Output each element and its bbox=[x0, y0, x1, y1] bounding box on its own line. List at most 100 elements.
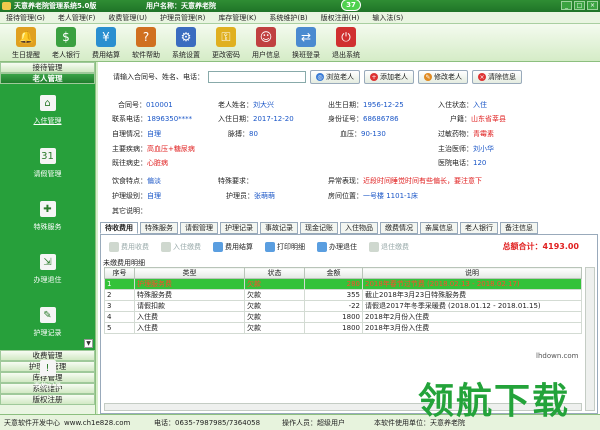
toolbar-button-2[interactable]: ¥ 费用结算 bbox=[86, 24, 126, 62]
history-value: 心脏病 bbox=[147, 159, 168, 167]
table-cell: 入住费 bbox=[134, 322, 245, 334]
toolbar-button-8[interactable]: ⏻ 退出系统 bbox=[326, 24, 366, 62]
allergy-label: 过敏药物： bbox=[438, 130, 473, 138]
browse-icon: ◎ bbox=[316, 73, 324, 81]
menu-inventory[interactable]: 库存管理(K) bbox=[218, 13, 256, 23]
table-cell: 特殊服务费 bbox=[134, 289, 245, 301]
minimize-icon[interactable]: _ bbox=[561, 1, 572, 10]
sidebar-item-3[interactable]: ⇲ 办理退住 bbox=[0, 243, 95, 296]
edit-elderly-button[interactable]: ✎ 修改老人 bbox=[418, 70, 468, 84]
browse-elderly-button[interactable]: ◎ 浏览老人 bbox=[310, 70, 360, 84]
vertical-scrollbar[interactable] bbox=[585, 267, 595, 411]
col-type[interactable]: 类型 bbox=[134, 267, 245, 279]
menu-system[interactable]: 系统维护(B) bbox=[269, 13, 307, 23]
close-icon[interactable]: × bbox=[587, 1, 598, 10]
clear-info-button[interactable]: × 清除信息 bbox=[472, 70, 522, 84]
checkin-label: 入住日期： bbox=[218, 115, 253, 123]
table-row[interactable]: 5 入住费 欠款 1800 2018年3月份入住费 bbox=[104, 322, 582, 334]
menu-elderly[interactable]: 老人管理(F) bbox=[58, 13, 96, 23]
selfcare-label: 自理情况： bbox=[112, 130, 147, 138]
table-row[interactable]: 3 请假扣款 欠款 -22 请假退2017年冬季采暖费 (2018.01.12 - 20… bbox=[104, 300, 582, 312]
clear-icon: × bbox=[478, 73, 486, 81]
subtoolbar-button-1[interactable]: 入住缴费 bbox=[161, 242, 201, 252]
col-desc[interactable]: 说明 bbox=[362, 267, 582, 279]
calendar-icon: 31 bbox=[39, 148, 56, 164]
sidebar-item-label: 入住管理 bbox=[33, 117, 62, 125]
tab-7[interactable]: 缴费情况 bbox=[380, 222, 418, 234]
scroll-down-icon[interactable]: ▼ bbox=[84, 339, 93, 348]
toolbar-button-4[interactable]: ⚙ 系统设置 bbox=[166, 24, 206, 62]
tab-9[interactable]: 老人银行 bbox=[460, 222, 498, 234]
table-cell: 欠款 bbox=[244, 322, 305, 334]
toolbar-button-1[interactable]: $ 老人银行 bbox=[46, 24, 86, 62]
app-icon bbox=[2, 2, 11, 10]
table-cell: 请假退2017年冬季采暖费 (2018.01.12 - 2018.01.15) bbox=[362, 300, 582, 312]
toolbar-button-5[interactable]: ⚿ 更改密码 bbox=[206, 24, 246, 62]
subtoolbar-button-4[interactable]: 办理退住 bbox=[317, 242, 357, 252]
table-cell: 欠款 bbox=[244, 289, 305, 301]
tab-4[interactable]: 事故记录 bbox=[260, 222, 298, 234]
col-status[interactable]: 状态 bbox=[244, 267, 305, 279]
abnormal-label: 异常表现： bbox=[328, 177, 363, 185]
notification-badge[interactable]: 37 bbox=[341, 0, 361, 11]
nurse-value: 张萌萌 bbox=[254, 192, 275, 200]
tab-6[interactable]: 入住物品 bbox=[340, 222, 378, 234]
sidebar-item-1[interactable]: 31 请假管理 bbox=[0, 137, 95, 190]
id-value: 68686786 bbox=[363, 115, 399, 123]
toolbar-button-7[interactable]: ⇄ 换班登录 bbox=[286, 24, 326, 62]
subtoolbar-button-3[interactable]: 打印明细 bbox=[265, 242, 305, 252]
sidebar-item-label: 办理退住 bbox=[33, 276, 62, 284]
table-cell: 1800 bbox=[304, 311, 363, 323]
toolbar-label: 费用结算 bbox=[92, 51, 120, 59]
maximize-icon[interactable]: □ bbox=[574, 1, 585, 10]
menu-nurse[interactable]: 护理员管理(R) bbox=[160, 13, 205, 23]
sidebar-item-label: 特殊服务 bbox=[33, 223, 62, 231]
subtoolbar-label: 费用收费 bbox=[121, 243, 149, 251]
status-phone: 电话：0635-7987985/7364058 bbox=[154, 418, 261, 427]
menu-billing[interactable]: 收费管理(U) bbox=[108, 13, 147, 23]
sidebar-item-4[interactable]: ✎ 护理记录 bbox=[0, 296, 95, 349]
tab-1[interactable]: 特殊服务 bbox=[140, 222, 178, 234]
col-amount[interactable]: 金额 bbox=[304, 267, 363, 279]
subtoolbar-icon bbox=[109, 242, 119, 252]
add-elderly-button[interactable]: + 添加老人 bbox=[364, 70, 414, 84]
sidebar-item-2[interactable]: ✚ 特殊服务 bbox=[0, 190, 95, 243]
menu-license[interactable]: 版权注册(H) bbox=[321, 13, 360, 23]
col-seq[interactable]: 序号 bbox=[104, 267, 135, 279]
subtoolbar-button-2[interactable]: 费用结算 bbox=[213, 242, 253, 252]
toolbar-label: 退出系统 bbox=[332, 51, 360, 59]
sidebar-item-5[interactable]: ! 事故记录 bbox=[0, 349, 95, 402]
subtoolbar-button-5[interactable]: 退住缴费 bbox=[369, 242, 409, 252]
money-icon: ¥ bbox=[96, 27, 116, 47]
checkin-value: 2017-12-20 bbox=[253, 115, 294, 123]
table-row[interactable]: 2 特殊服务费 欠款 355 截止2018年3月23日特殊服务费 bbox=[104, 289, 582, 301]
tab-3[interactable]: 护理记录 bbox=[220, 222, 258, 234]
table-cell: 2018年3月份入住费 bbox=[362, 322, 582, 334]
birth-label: 出生日期： bbox=[328, 101, 363, 109]
tab-2[interactable]: 请假管理 bbox=[180, 222, 218, 234]
menu-reception[interactable]: 接待管理(G) bbox=[6, 13, 45, 23]
bank-icon: $ bbox=[56, 27, 76, 47]
main-panel: 请输入合同号、姓名、电话： ◎ 浏览老人 + 添加老人 ✎ 修改老人 × 清除信息 合同… bbox=[98, 62, 600, 414]
toolbar-button-6[interactable]: ☺ 用户信息 bbox=[246, 24, 286, 62]
subtoolbar-icon bbox=[265, 242, 275, 252]
search-input[interactable] bbox=[208, 71, 306, 83]
tab-0[interactable]: 待收费用 bbox=[100, 222, 138, 234]
toolbar-button-3[interactable]: ? 软件帮助 bbox=[126, 24, 166, 62]
tab-10[interactable]: 备注信息 bbox=[500, 222, 538, 234]
table-cell: 欠款 bbox=[244, 300, 305, 312]
tab-8[interactable]: 亲属信息 bbox=[420, 222, 458, 234]
menu-ime[interactable]: 输入法(S) bbox=[372, 13, 403, 23]
sidebar-item-0[interactable]: ⌂ 入住管理 bbox=[0, 84, 95, 137]
table-row[interactable]: 4 入住费 欠款 1800 2018年2月份入住费 bbox=[104, 311, 582, 323]
sidebar-header-reception[interactable]: 接待管理 bbox=[0, 62, 95, 73]
subtoolbar-label: 退住缴费 bbox=[381, 243, 409, 251]
table-row[interactable]: 1 护理服务费 欠款 280 2018年春节过节费 (2018.02.13 - 2018… bbox=[104, 278, 582, 290]
watermark-site: lhdown.com bbox=[536, 352, 579, 360]
search-label: 请输入合同号、姓名、电话： bbox=[113, 73, 204, 81]
subtoolbar-button-0[interactable]: 费用收费 bbox=[109, 242, 149, 252]
sidebar: 接待管理 老人管理 ⌂ 入住管理 31 请假管理 ✚ 特殊服务 ⇲ 办理退住 ✎ 护理记录! 事故记… bbox=[0, 62, 96, 414]
sidebar-header-elderly[interactable]: 老人管理 bbox=[0, 73, 95, 84]
tab-5[interactable]: 现金记账 bbox=[300, 222, 338, 234]
toolbar-button-0[interactable]: 🔔 生日提醒 bbox=[6, 24, 46, 62]
